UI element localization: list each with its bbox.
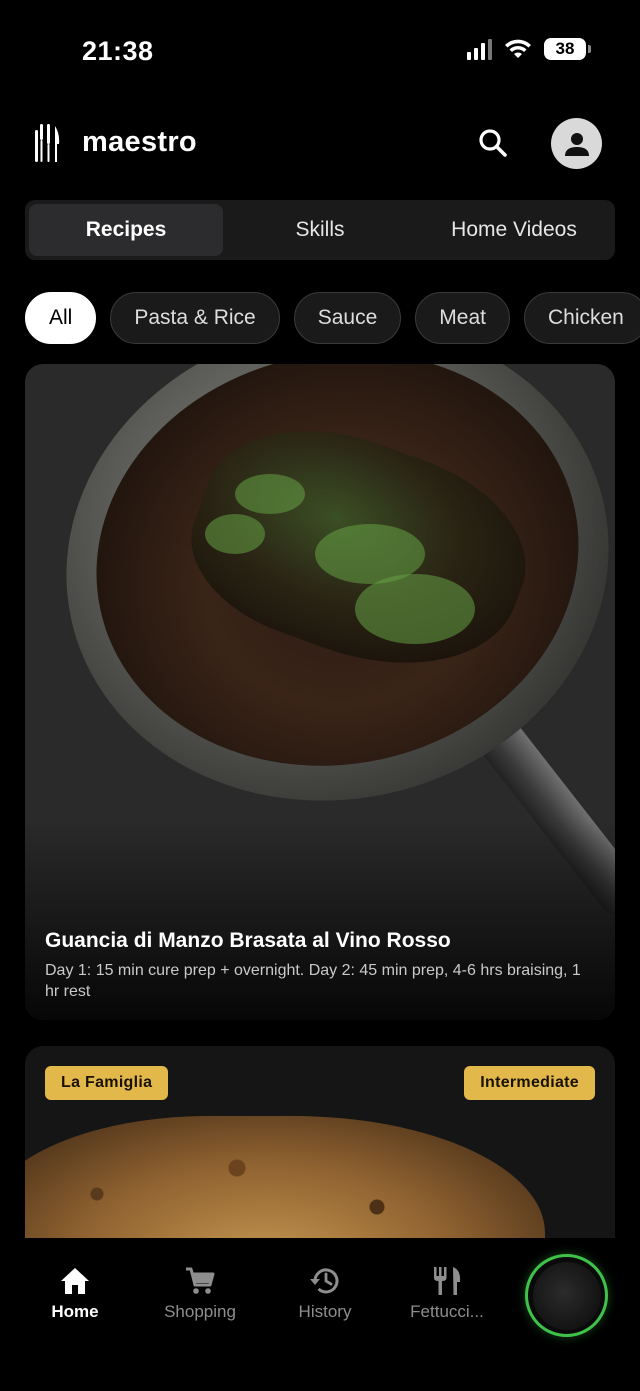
tab-home-videos[interactable]: Home Videos — [417, 204, 611, 256]
tab-skills[interactable]: Skills — [223, 204, 417, 256]
recipe-description: Day 1: 15 min cure prep + overnight. Day… — [45, 962, 581, 1000]
status-bar: 21:38 38 — [0, 0, 640, 100]
chip-meat[interactable]: Meat — [415, 292, 510, 344]
active-cooking-button[interactable] — [525, 1254, 608, 1337]
profile-avatar-button[interactable] — [551, 118, 602, 169]
chip-chicken[interactable]: Chicken — [523, 292, 640, 344]
recipe-title: Guancia di Manzo Brasata al Vino Rosso — [45, 929, 451, 952]
difficulty-badge: Intermediate — [464, 1066, 595, 1100]
fork-knife-icon — [434, 1267, 461, 1295]
recipe-card[interactable]: Guancia di Manzo Brasata al Vino Rosso D… — [25, 364, 615, 1020]
tab-recipes[interactable]: Recipes — [29, 204, 223, 256]
history-icon — [310, 1268, 339, 1294]
nav-shopping[interactable]: Shopping — [145, 1266, 255, 1322]
content-tabs: Recipes Skills Home Videos — [25, 200, 615, 260]
utensils-logo-icon — [35, 124, 60, 162]
status-time: 21:38 — [82, 36, 154, 66]
user-icon — [564, 132, 589, 156]
battery-indicator: 38 — [544, 38, 591, 60]
category-filter-chips: All Pasta & Rice Sauce Meat Chicken — [25, 292, 640, 346]
nav-history[interactable]: History — [270, 1266, 380, 1322]
wifi-icon — [505, 39, 531, 58]
app-name: maestro — [82, 126, 197, 158]
chip-all[interactable]: All — [25, 292, 97, 344]
search-button[interactable] — [470, 120, 516, 166]
app-header: maestro — [0, 112, 640, 176]
cart-icon — [186, 1267, 215, 1294]
cellular-signal-icon — [467, 38, 492, 60]
status-icons: 38 — [467, 38, 591, 60]
nav-home-label: Home — [51, 1302, 99, 1321]
nav-home[interactable]: Home — [20, 1266, 130, 1322]
active-cooking-thumbnail — [532, 1261, 601, 1330]
collection-badge: La Famiglia — [45, 1066, 169, 1100]
search-icon — [479, 129, 507, 157]
nav-current-recipe[interactable]: Fettucci... — [392, 1266, 502, 1322]
recipe-card[interactable]: La Famiglia Intermediate — [25, 1046, 615, 1266]
home-icon — [61, 1268, 89, 1294]
chip-pasta-rice[interactable]: Pasta & Rice — [110, 292, 280, 344]
chip-sauce[interactable]: Sauce — [293, 292, 402, 344]
nav-shopping-label: Shopping — [164, 1302, 236, 1321]
nav-history-label: History — [298, 1302, 352, 1321]
nav-current-recipe-label: Fettucci... — [410, 1302, 484, 1321]
bottom-navigation: Home Shopping History Fettucci... — [0, 1238, 640, 1391]
